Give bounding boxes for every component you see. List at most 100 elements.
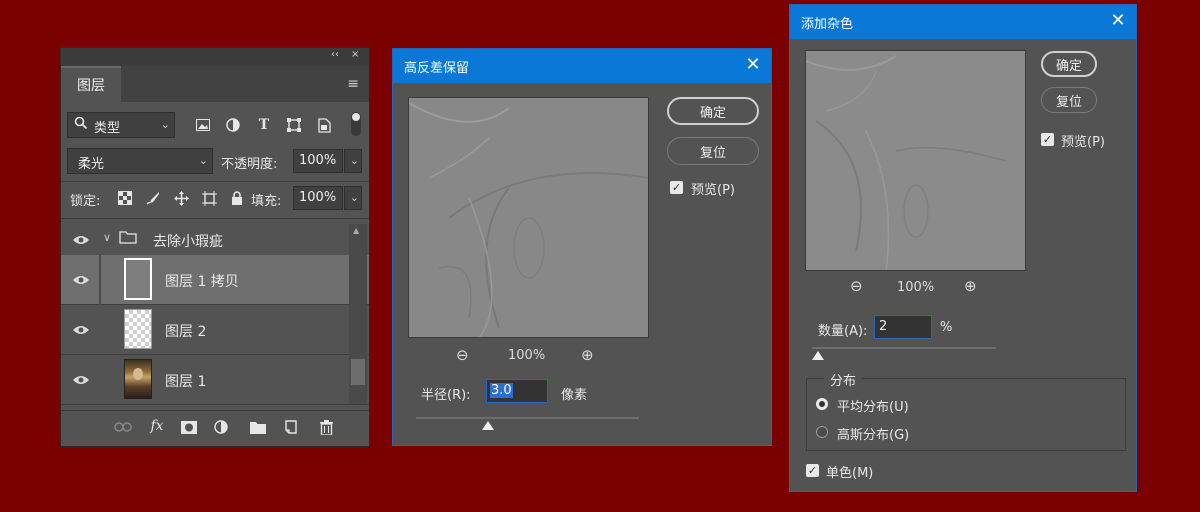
lock-all-icon[interactable] [227,188,247,208]
chevron-down-icon: ⌄ [349,191,359,204]
zoom-level: 100% [897,280,935,295]
panel-topbar: ‹‹ × [61,48,369,66]
opacity-field[interactable]: 100% [293,149,343,173]
lock-transparent-icon[interactable] [115,188,135,208]
radius-label: 半径(R): [421,388,471,403]
filter-preview[interactable] [805,50,1026,271]
layer-thumbnail [124,258,152,300]
panel-close-icon[interactable]: × [351,49,359,60]
lock-artboard-icon[interactable] [199,188,219,208]
uniform-label: 平均分布(U) [837,400,909,415]
monochromatic-label: 单色(M) [826,466,874,481]
reset-button[interactable]: 复位 [667,137,759,165]
zoom-level: 100% [508,348,546,363]
radius-input[interactable]: 3.0 [486,379,548,403]
adjustment-layer-icon[interactable] [211,417,231,437]
blend-mode-select[interactable]: 柔光 ⌄ [67,148,213,174]
dialog-title: 高反差保留 [404,60,470,76]
chevron-down-icon: ⌄ [160,118,170,131]
opacity-label: 不透明度: [221,157,278,172]
tab-layers[interactable]: 图层 [61,66,121,102]
opacity-value: 100% [299,153,337,168]
trash-icon[interactable] [316,417,336,437]
smart-object-filter-icon[interactable] [314,115,334,135]
zoom-out-icon[interactable]: ⊖ [456,346,469,364]
ok-button[interactable]: 确定 [1041,51,1097,77]
layer-indent [99,255,101,305]
amount-slider-track[interactable] [812,347,996,349]
eye-icon[interactable] [67,226,95,254]
fill-dropdown[interactable]: ⌄ [344,186,362,210]
radius-unit: 像素 [561,388,588,403]
layer-thumbnail [124,359,152,399]
filter-type-label: 类型 [94,121,121,136]
zoom-out-icon[interactable]: ⊖ [850,277,863,295]
dialog-titlebar: 添加杂色 [790,5,1136,39]
panel-menu-icon[interactable]: ≡ [347,76,359,92]
group-name: 去除小瑕疵 [153,234,223,250]
link-icon[interactable] [113,417,133,437]
layer-row[interactable]: 图层 2 [61,305,369,355]
divider [61,181,369,182]
close-icon[interactable]: ✕ [743,55,763,75]
chevron-down-icon[interactable]: ∨ [103,231,111,244]
layer-row-selected[interactable]: 图层 1 拷贝 [61,255,369,305]
ok-button[interactable]: 确定 [667,97,759,125]
preview-checkbox[interactable]: ✓ [1041,133,1054,146]
opacity-dropdown[interactable]: ⌄ [344,149,362,173]
close-icon[interactable]: ✕ [1108,11,1128,31]
preview-label: 预览(P) [691,183,735,198]
add-noise-dialog: 添加杂色 ✕ ⊖ 100% ⊕ 数量(A): 2 % 分布 平均分布(U) 高斯… [789,4,1137,492]
lock-image-icon[interactable] [143,188,163,208]
eye-icon[interactable] [67,316,95,344]
layers-scrollbar[interactable]: ▲ [349,224,367,404]
gaussian-radio[interactable] [816,426,828,438]
eye-icon[interactable] [67,366,95,394]
chevron-down-icon: ⌄ [349,154,359,167]
mask-icon[interactable] [179,417,199,437]
tab-row: 图层 ≡ [61,66,369,102]
shape-filter-icon[interactable] [284,115,304,135]
amount-input[interactable]: 2 [874,315,932,339]
dialog-titlebar: 高反差保留 [393,49,771,83]
fill-field[interactable]: 100% [293,186,343,210]
collapse-icon[interactable]: ‹‹ [331,49,339,60]
filter-preview[interactable] [408,97,649,338]
reset-button[interactable]: 复位 [1041,87,1097,113]
monochromatic-checkbox[interactable]: ✓ [806,464,819,477]
zoom-in-icon[interactable]: ⊕ [581,346,594,364]
layer-filter-select[interactable]: 类型 ⌄ [67,112,175,138]
folder-icon[interactable] [248,417,268,437]
layer-name: 图层 1 拷贝 [165,274,239,290]
high-pass-dialog: 高反差保留 ✕ ⊖ 100% ⊕ 半径(R): 3.0 像素 确定 复位 ✓ 预… [392,48,772,446]
amount-value: 2 [879,319,888,334]
radius-slider-track[interactable] [416,417,639,419]
fx-icon[interactable]: fx [147,416,167,436]
eye-icon[interactable] [67,266,95,294]
layer-group-row[interactable]: ∨ 去除小瑕疵 [61,224,369,256]
radius-value: 3.0 [490,383,513,398]
divider [61,218,369,219]
search-icon [74,116,88,134]
uniform-radio[interactable] [816,398,828,410]
lock-position-icon[interactable] [171,188,191,208]
layer-row[interactable]: 图层 1 [61,355,369,405]
distribution-label: 分布 [824,370,863,389]
new-layer-icon[interactable] [281,417,301,437]
amount-slider-thumb[interactable] [812,351,824,360]
fill-value: 100% [299,190,337,205]
zoom-in-icon[interactable]: ⊕ [964,277,977,295]
preview-checkbox[interactable]: ✓ [670,181,683,194]
layers-panel: ‹‹ × 图层 ≡ 类型 ⌄ T 柔光 ⌄ 不透明度: 100% ⌄ 锁定: 填… [60,47,370,447]
lock-label: 锁定: [70,194,101,209]
amount-label: 数量(A): [818,324,868,339]
type-filter-icon[interactable]: T [254,115,274,135]
layer-name: 图层 1 [165,374,207,390]
image-filter-icon[interactable] [193,115,213,135]
filter-toggle[interactable] [351,112,361,136]
fill-label: 填充: [251,194,282,209]
amount-unit: % [940,320,953,335]
adjustment-filter-icon[interactable] [223,115,243,135]
gaussian-label: 高斯分布(G) [837,428,910,443]
radius-slider-thumb[interactable] [481,421,494,430]
